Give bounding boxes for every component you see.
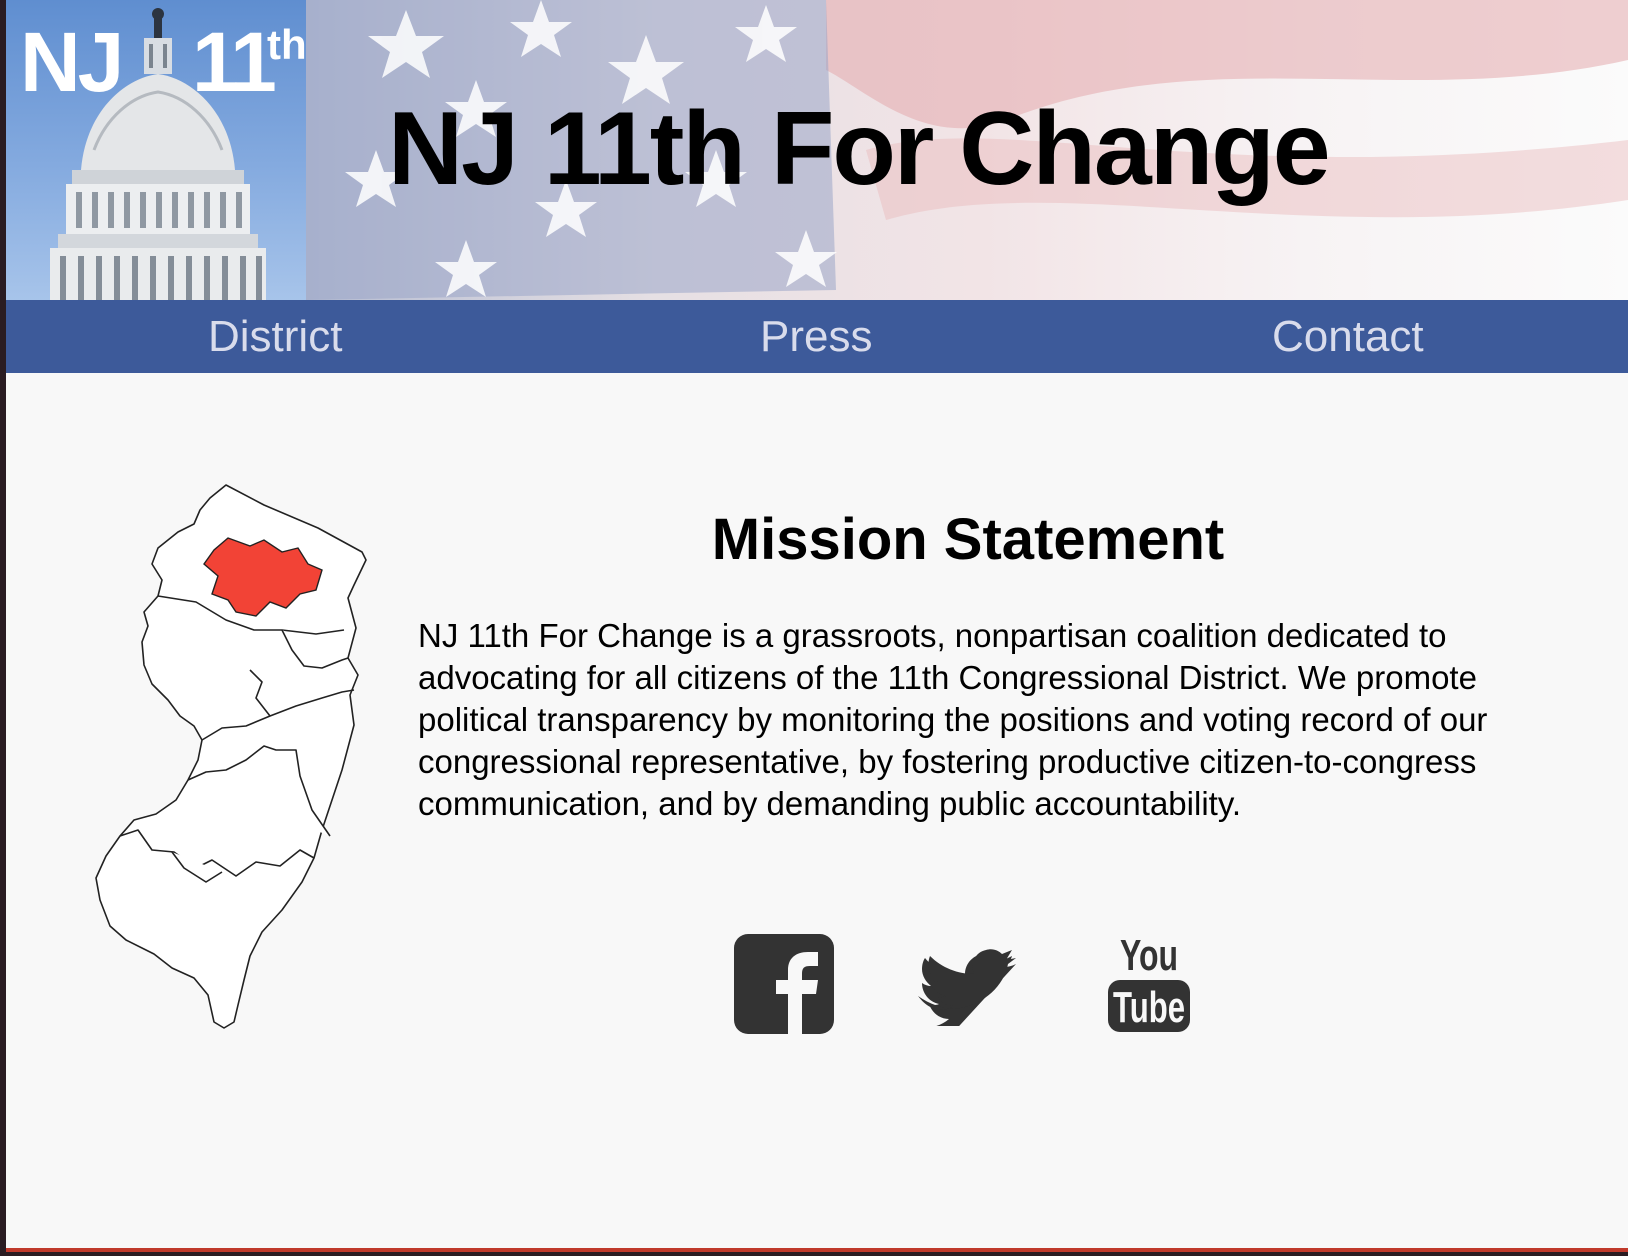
twitter-link[interactable] [918, 946, 1018, 1036]
youtube-icon: You Tube [1108, 931, 1190, 1032]
site-logo[interactable]: NJ 11 th [6, 0, 306, 300]
site-header: NJ 11 th NJ 11th For Change [6, 0, 1628, 300]
logo-number-text: 11 [192, 15, 277, 109]
bottom-accent-bar [6, 1248, 1628, 1252]
main-nav: District Press Contact [6, 300, 1628, 373]
mission-text: NJ 11th For Change is a grassroots, nonp… [418, 617, 1488, 822]
nav-item-press[interactable]: Press [760, 300, 872, 373]
site-title: NJ 11th For Change [388, 91, 1331, 207]
twitter-icon [918, 949, 1016, 1036]
svg-text:Tube: Tube [1113, 983, 1185, 1032]
nj-district-map[interactable] [86, 480, 386, 1050]
logo-suffix-text: th [267, 21, 306, 68]
nav-item-contact[interactable]: Contact [1272, 300, 1424, 373]
mission-title: Mission Statement [711, 507, 1225, 572]
svg-text:You: You [1120, 931, 1178, 980]
nav-item-district[interactable]: District [208, 300, 342, 373]
youtube-link[interactable]: You Tube [1104, 930, 1194, 1040]
page: NJ 11 th NJ 11th For Change District Pre… [6, 0, 1628, 1252]
facebook-icon [734, 934, 834, 1034]
logo-nj-text: NJ [20, 15, 124, 109]
facebook-link[interactable] [734, 934, 834, 1034]
